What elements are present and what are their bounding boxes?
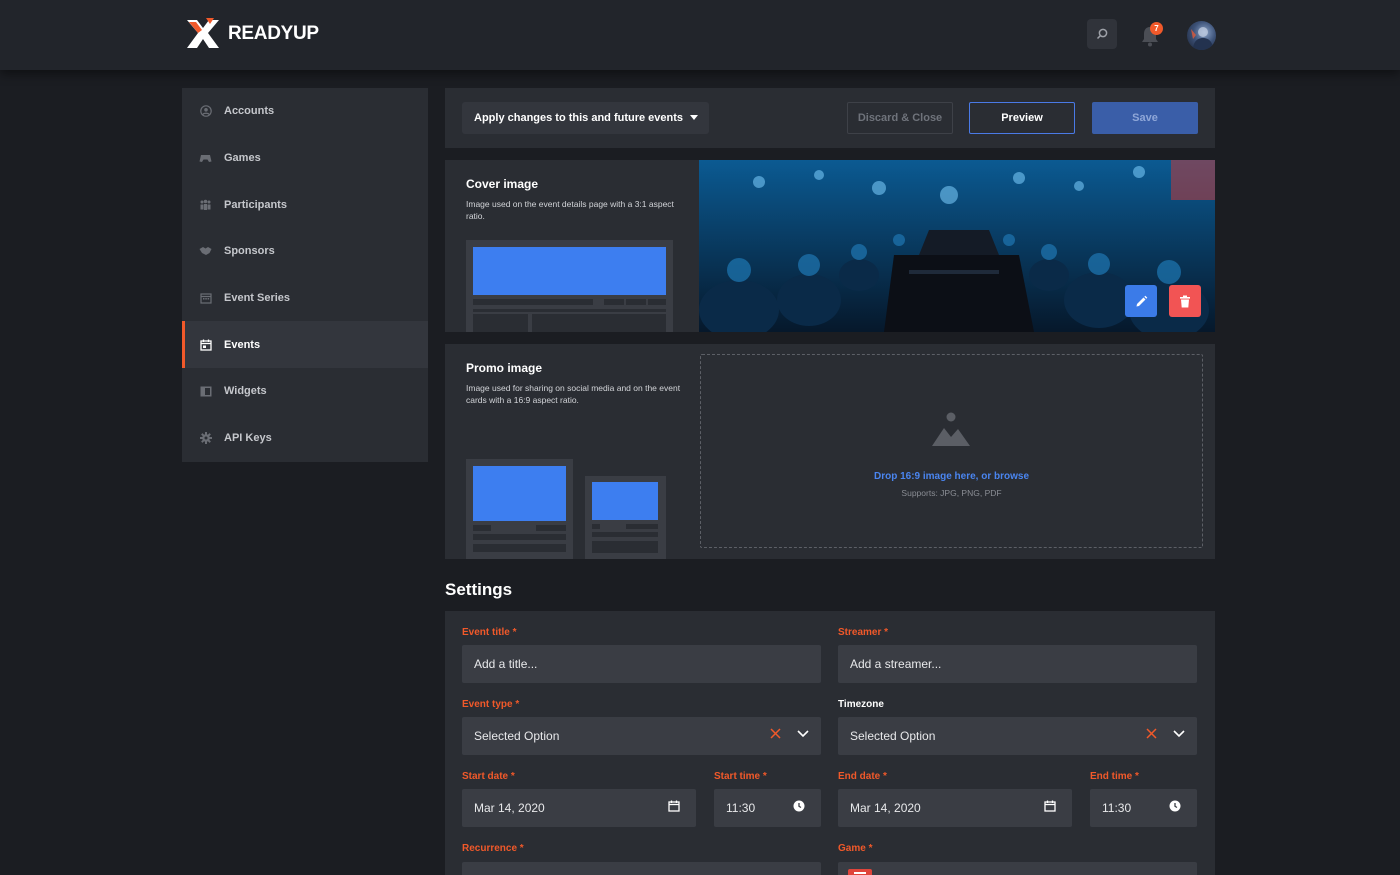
apply-changes-select[interactable]: Apply changes to this and future events: [462, 102, 709, 134]
sidebar-item-sponsors[interactable]: Sponsors: [182, 228, 428, 275]
user-circle-icon: [199, 105, 212, 118]
sidebar-item-api-keys[interactable]: API Keys: [182, 415, 428, 462]
trash-icon: [1180, 295, 1190, 307]
start-time-input[interactable]: 11:30: [714, 789, 821, 827]
participants-icon: [199, 198, 212, 211]
notification-badge: 7: [1150, 22, 1163, 35]
clock-icon[interactable]: [793, 800, 805, 812]
dropzone-subtext: Supports: JPG, PNG, PDF: [901, 488, 1002, 498]
recurrence-select[interactable]: [462, 862, 821, 875]
pencil-icon: [1136, 295, 1147, 306]
sidebar-item-label: Accounts: [224, 105, 275, 118]
sidebar-item-label: Event Series: [224, 292, 291, 305]
edit-cover-button[interactable]: [1125, 285, 1157, 317]
start-date-input[interactable]: Mar 14, 2020: [462, 789, 696, 827]
dropzone-text[interactable]: Drop 16:9 image here, or browse: [701, 471, 1202, 482]
start-date-label: Start date *: [462, 771, 515, 782]
image-placeholder-icon: [932, 412, 970, 446]
sidebar-item-games[interactable]: Games: [182, 135, 428, 182]
event-type-select[interactable]: Selected Option: [462, 717, 821, 755]
action-bar: Apply changes to this and future events …: [445, 88, 1215, 148]
sidebar-item-event-series[interactable]: Event Series: [182, 275, 428, 322]
caret-down-icon: [690, 115, 698, 120]
widget-icon: [199, 385, 212, 398]
event-type-label: Event type *: [462, 699, 520, 710]
promo-image-title: Promo image: [466, 361, 543, 375]
search-icon: [1096, 28, 1108, 40]
streamer-label: Streamer *: [838, 627, 889, 638]
event-title-label: Event title *: [462, 627, 517, 638]
sidebar-item-label: Widgets: [224, 385, 267, 398]
clear-icon[interactable]: [1146, 728, 1157, 739]
streamer-input[interactable]: Add a streamer...: [838, 645, 1197, 683]
start-time-value: 11:30: [726, 801, 756, 815]
user-avatar[interactable]: [1187, 21, 1216, 50]
start-time-label: Start time *: [714, 771, 767, 782]
promo-dropzone[interactable]: Drop 16:9 image here, or browse Supports…: [700, 354, 1203, 548]
discard-close-button[interactable]: Discard & Close: [847, 102, 953, 134]
timezone-label: Timezone: [838, 699, 884, 710]
end-date-label: End date *: [838, 771, 887, 782]
game-label: Game *: [838, 843, 873, 854]
chevron-down-icon[interactable]: [797, 729, 809, 738]
streamer-placeholder: Add a streamer...: [850, 657, 942, 671]
cover-image-section: Cover image Image used on the event deta…: [445, 160, 1215, 332]
top-bar: READYUP 7: [0, 0, 1400, 70]
save-button[interactable]: Save: [1092, 102, 1198, 134]
end-date-input[interactable]: Mar 14, 2020: [838, 789, 1072, 827]
avatar-image-icon: [1191, 27, 1213, 50]
settings-title: Settings: [445, 580, 513, 599]
cover-image-description: Image used on the event details page wit…: [466, 199, 674, 221]
sidebar-item-label: Games: [224, 152, 261, 165]
gamepad-icon: [199, 152, 212, 165]
apply-changes-value: Apply changes to this and future events: [474, 112, 684, 124]
cover-image-title: Cover image: [466, 177, 539, 191]
start-date-value: Mar 14, 2020: [474, 801, 545, 815]
event-title-input[interactable]: Add a title...: [462, 645, 821, 683]
end-date-value: Mar 14, 2020: [850, 801, 921, 815]
promo-image-description: Image used for sharing on social media a…: [466, 383, 681, 405]
sidebar-item-label: Sponsors: [224, 245, 275, 258]
gear-icon: [199, 432, 212, 445]
brand-name: READYUP: [228, 23, 319, 44]
chevron-down-icon[interactable]: [1173, 729, 1185, 738]
sidebar-item-label: API Keys: [224, 432, 272, 445]
promo-layout-illustration-icon: [466, 459, 666, 559]
end-time-label: End time *: [1090, 771, 1139, 782]
sidebar-item-widgets[interactable]: Widgets: [182, 368, 428, 415]
handshake-icon: [199, 245, 212, 258]
preview-button[interactable]: Preview: [969, 102, 1075, 134]
readyup-logo-icon: [187, 18, 219, 48]
sidebar-item-accounts[interactable]: Accounts: [182, 88, 428, 135]
event-type-value: Selected Option: [474, 729, 560, 743]
timezone-select[interactable]: Selected Option: [838, 717, 1197, 755]
promo-image-section: Promo image Image used for sharing on so…: [445, 344, 1215, 559]
settings-panel: Event title * Add a title... Streamer * …: [445, 611, 1215, 875]
game-select[interactable]: [838, 862, 1197, 875]
recurrence-label: Recurrence *: [462, 843, 524, 854]
sidebar-item-label: Events: [224, 338, 261, 351]
calendar-icon: [199, 338, 212, 351]
calendar-icon[interactable]: [668, 800, 680, 812]
sidebar-item-label: Participants: [224, 198, 287, 211]
event-title-placeholder: Add a title...: [474, 657, 538, 671]
cover-layout-illustration-icon: [466, 240, 673, 332]
search-button[interactable]: [1087, 19, 1117, 49]
delete-cover-button[interactable]: [1169, 285, 1201, 317]
calendar-icon[interactable]: [1044, 800, 1056, 812]
clear-icon[interactable]: [770, 728, 781, 739]
end-time-input[interactable]: 11:30: [1090, 789, 1197, 827]
game-logo-icon: [848, 869, 872, 875]
timezone-value: Selected Option: [850, 729, 936, 743]
end-time-value: 11:30: [1102, 801, 1132, 815]
logo[interactable]: READYUP: [184, 16, 319, 52]
calendar-series-icon: [199, 292, 212, 305]
sidebar: Accounts Games Participants Sponsors Eve…: [182, 88, 428, 462]
sidebar-item-events[interactable]: Events: [182, 321, 428, 369]
clock-icon[interactable]: [1169, 800, 1181, 812]
sidebar-item-participants[interactable]: Participants: [182, 181, 428, 228]
